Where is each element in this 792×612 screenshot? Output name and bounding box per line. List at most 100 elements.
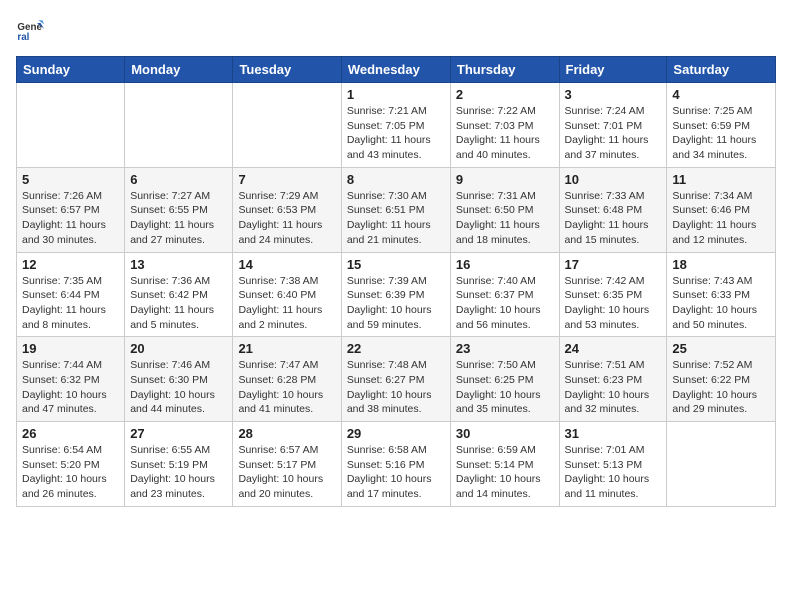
day-number: 30 (456, 426, 554, 441)
day-header-tuesday: Tuesday (233, 57, 341, 83)
calendar-cell: 16 Sunrise: 7:40 AM Sunset: 6:37 PM Dayli… (450, 252, 559, 337)
day-info: Sunrise: 7:27 AM Sunset: 6:55 PM Dayligh… (130, 189, 227, 248)
calendar-week-1: 1 Sunrise: 7:21 AM Sunset: 7:05 PM Daylig… (17, 83, 776, 168)
calendar-body: 1 Sunrise: 7:21 AM Sunset: 7:05 PM Daylig… (17, 83, 776, 507)
day-info: Sunrise: 7:42 AM Sunset: 6:35 PM Dayligh… (565, 274, 662, 333)
calendar-cell: 6 Sunrise: 7:27 AM Sunset: 6:55 PM Daylig… (125, 167, 233, 252)
day-number: 12 (22, 257, 119, 272)
day-info: Sunrise: 7:33 AM Sunset: 6:48 PM Dayligh… (565, 189, 662, 248)
logo-icon: Gene ral (16, 16, 44, 44)
calendar-week-3: 12Sunrise: 7:35 AM Sunset: 6:44 PM Dayli… (17, 252, 776, 337)
day-info: Sunrise: 7:51 AM Sunset: 6:23 PM Dayligh… (565, 358, 662, 417)
day-number: 13 (130, 257, 227, 272)
day-header-wednesday: Wednesday (341, 57, 450, 83)
day-number: 26 (22, 426, 119, 441)
day-number: 11 (672, 172, 770, 187)
day-info: Sunrise: 7:01 AM Sunset: 5:13 PM Dayligh… (565, 443, 662, 502)
day-info: Sunrise: 6:57 AM Sunset: 5:17 PM Dayligh… (238, 443, 335, 502)
day-header-saturday: Saturday (667, 57, 776, 83)
calendar-week-5: 26 Sunrise: 6:54 AM Sunset: 5:20 PM Dayli… (17, 422, 776, 507)
day-number: 23 (456, 341, 554, 356)
calendar-cell: 1 Sunrise: 7:21 AM Sunset: 7:05 PM Daylig… (341, 83, 450, 168)
day-info: Sunrise: 7:21 AM Sunset: 7:05 PM Dayligh… (347, 104, 445, 163)
calendar-cell: 24 Sunrise: 7:51 AM Sunset: 6:23 PM Dayli… (559, 337, 667, 422)
day-info: Sunrise: 7:39 AM Sunset: 6:39 PM Dayligh… (347, 274, 445, 333)
calendar-cell: 11 Sunrise: 7:34 AM Sunset: 6:46 PM Dayli… (667, 167, 776, 252)
calendar-cell: 18Sunrise: 7:43 AM Sunset: 6:33 PM Dayli… (667, 252, 776, 337)
day-number: 10 (565, 172, 662, 187)
day-number: 16 (456, 257, 554, 272)
day-header-friday: Friday (559, 57, 667, 83)
day-info: Sunrise: 7:25 AM Sunset: 6:59 PM Dayligh… (672, 104, 770, 163)
day-number: 17 (565, 257, 662, 272)
calendar-cell: 28 Sunrise: 6:57 AM Sunset: 5:17 PM Dayli… (233, 422, 341, 507)
calendar-cell: 3 Sunrise: 7:24 AM Sunset: 7:01 PM Daylig… (559, 83, 667, 168)
day-info: Sunrise: 6:54 AM Sunset: 5:20 PM Dayligh… (22, 443, 119, 502)
day-number: 14 (238, 257, 335, 272)
day-number: 6 (130, 172, 227, 187)
calendar-cell: 23 Sunrise: 7:50 AM Sunset: 6:25 PM Dayli… (450, 337, 559, 422)
day-info: Sunrise: 7:24 AM Sunset: 7:01 PM Dayligh… (565, 104, 662, 163)
day-number: 29 (347, 426, 445, 441)
day-header-monday: Monday (125, 57, 233, 83)
calendar-cell: 9 Sunrise: 7:31 AM Sunset: 6:50 PM Daylig… (450, 167, 559, 252)
day-number: 25 (672, 341, 770, 356)
calendar-cell: 8Sunrise: 7:30 AM Sunset: 6:51 PM Daylig… (341, 167, 450, 252)
calendar-cell: 4 Sunrise: 7:25 AM Sunset: 6:59 PM Daylig… (667, 83, 776, 168)
day-number: 18 (672, 257, 770, 272)
day-number: 3 (565, 87, 662, 102)
calendar-cell (667, 422, 776, 507)
day-info: Sunrise: 7:52 AM Sunset: 6:22 PM Dayligh… (672, 358, 770, 417)
day-number: 22 (347, 341, 445, 356)
day-info: Sunrise: 7:31 AM Sunset: 6:50 PM Dayligh… (456, 189, 554, 248)
day-number: 15 (347, 257, 445, 272)
day-info: Sunrise: 7:34 AM Sunset: 6:46 PM Dayligh… (672, 189, 770, 248)
calendar-cell: 21 Sunrise: 7:47 AM Sunset: 6:28 PM Dayli… (233, 337, 341, 422)
day-number: 24 (565, 341, 662, 356)
day-number: 31 (565, 426, 662, 441)
day-number: 27 (130, 426, 227, 441)
day-info: Sunrise: 7:40 AM Sunset: 6:37 PM Dayligh… (456, 274, 554, 333)
calendar-cell: 2 Sunrise: 7:22 AM Sunset: 7:03 PM Daylig… (450, 83, 559, 168)
page-header: Gene ral (16, 16, 776, 44)
day-info: Sunrise: 6:58 AM Sunset: 5:16 PM Dayligh… (347, 443, 445, 502)
calendar-cell: 15 Sunrise: 7:39 AM Sunset: 6:39 PM Dayli… (341, 252, 450, 337)
calendar-cell: 7 Sunrise: 7:29 AM Sunset: 6:53 PM Daylig… (233, 167, 341, 252)
logo: Gene ral (16, 16, 48, 44)
day-info: Sunrise: 7:50 AM Sunset: 6:25 PM Dayligh… (456, 358, 554, 417)
calendar-week-2: 5 Sunrise: 7:26 AM Sunset: 6:57 PM Daylig… (17, 167, 776, 252)
day-info: Sunrise: 7:48 AM Sunset: 6:27 PM Dayligh… (347, 358, 445, 417)
calendar-cell: 31 Sunrise: 7:01 AM Sunset: 5:13 PM Dayli… (559, 422, 667, 507)
calendar-cell (125, 83, 233, 168)
day-info: Sunrise: 7:26 AM Sunset: 6:57 PM Dayligh… (22, 189, 119, 248)
calendar-cell: 13Sunrise: 7:36 AM Sunset: 6:42 PM Dayli… (125, 252, 233, 337)
calendar-cell: 10 Sunrise: 7:33 AM Sunset: 6:48 PM Dayli… (559, 167, 667, 252)
calendar-table: SundayMondayTuesdayWednesdayThursdayFrid… (16, 56, 776, 507)
calendar-cell (233, 83, 341, 168)
calendar-cell: 17 Sunrise: 7:42 AM Sunset: 6:35 PM Dayli… (559, 252, 667, 337)
day-number: 8 (347, 172, 445, 187)
calendar-header-row: SundayMondayTuesdayWednesdayThursdayFrid… (17, 57, 776, 83)
day-number: 5 (22, 172, 119, 187)
calendar-cell: 30Sunrise: 6:59 AM Sunset: 5:14 PM Dayli… (450, 422, 559, 507)
calendar-cell: 25 Sunrise: 7:52 AM Sunset: 6:22 PM Dayli… (667, 337, 776, 422)
calendar-cell: 26 Sunrise: 6:54 AM Sunset: 5:20 PM Dayli… (17, 422, 125, 507)
day-info: Sunrise: 7:44 AM Sunset: 6:32 PM Dayligh… (22, 358, 119, 417)
calendar-cell (17, 83, 125, 168)
calendar-cell: 19 Sunrise: 7:44 AM Sunset: 6:32 PM Dayli… (17, 337, 125, 422)
day-info: Sunrise: 7:29 AM Sunset: 6:53 PM Dayligh… (238, 189, 335, 248)
day-number: 9 (456, 172, 554, 187)
day-number: 7 (238, 172, 335, 187)
calendar-week-4: 19 Sunrise: 7:44 AM Sunset: 6:32 PM Dayli… (17, 337, 776, 422)
day-info: Sunrise: 7:22 AM Sunset: 7:03 PM Dayligh… (456, 104, 554, 163)
calendar-cell: 27Sunrise: 6:55 AM Sunset: 5:19 PM Dayli… (125, 422, 233, 507)
day-number: 1 (347, 87, 445, 102)
day-number: 2 (456, 87, 554, 102)
calendar-cell: 5 Sunrise: 7:26 AM Sunset: 6:57 PM Daylig… (17, 167, 125, 252)
svg-text:ral: ral (17, 32, 29, 43)
day-number: 19 (22, 341, 119, 356)
day-number: 28 (238, 426, 335, 441)
day-number: 4 (672, 87, 770, 102)
day-number: 21 (238, 341, 335, 356)
day-info: Sunrise: 7:47 AM Sunset: 6:28 PM Dayligh… (238, 358, 335, 417)
